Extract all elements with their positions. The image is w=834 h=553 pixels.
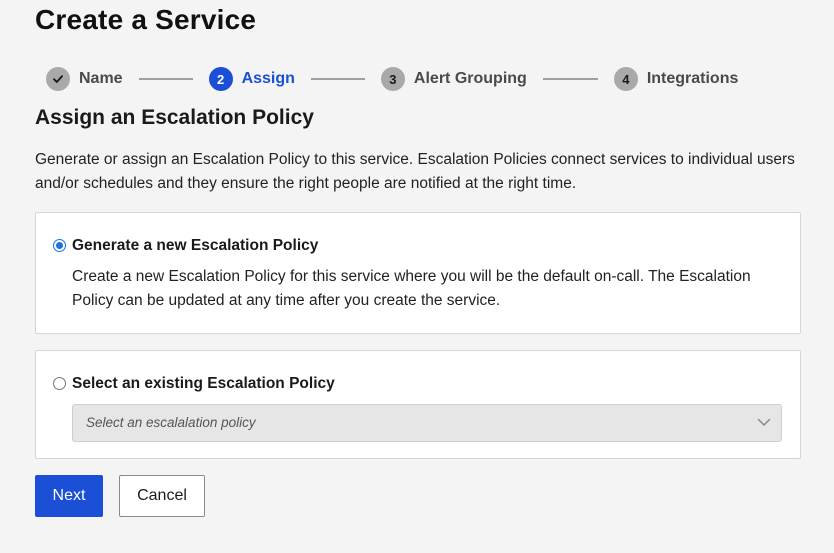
next-button[interactable]: Next	[35, 475, 103, 517]
step-integrations[interactable]: 4 Integrations	[613, 67, 739, 91]
section-title: Assign an Escalation Policy	[35, 106, 314, 129]
step-name-circle	[46, 67, 70, 91]
checkmark-icon	[53, 75, 63, 83]
cancel-button[interactable]: Cancel	[119, 475, 205, 517]
generate-policy-radio[interactable]	[53, 239, 66, 252]
existing-policy-label[interactable]: Select an existing Escalation Policy	[72, 375, 335, 393]
escalation-policy-select-placeholder: Select an escalalation policy	[86, 415, 256, 430]
step-alert-grouping-number: 3	[380, 67, 405, 91]
step-connector	[542, 78, 598, 80]
chevron-down-icon	[757, 418, 771, 426]
section-description: Generate or assign an Escalation Policy …	[35, 151, 795, 192]
step-assign[interactable]: 2 Assign	[208, 67, 295, 91]
step-assign-label: Assign	[241, 70, 295, 87]
step-connector	[138, 78, 193, 80]
generate-policy-description: Create a new Escalation Policy for this …	[72, 268, 751, 309]
generate-policy-card[interactable]: Generate a new Escalation Policy Create …	[35, 212, 801, 334]
create-service-page: Create a Service Name 2 Assign 3 Alert G…	[0, 0, 834, 553]
step-alert-grouping[interactable]: 3 Alert Grouping	[380, 67, 527, 91]
step-name-label: Name	[79, 70, 123, 87]
existing-policy-card[interactable]: Select an existing Escalation Policy Sel…	[35, 350, 801, 459]
stepper: Name 2 Assign 3 Alert Grouping 4 Integra…	[46, 67, 738, 91]
step-alert-grouping-label: Alert Grouping	[413, 70, 527, 87]
escalation-policy-select[interactable]: Select an escalalation policy	[72, 404, 782, 442]
step-integrations-number: 4	[613, 67, 638, 91]
existing-policy-radio[interactable]	[53, 377, 66, 390]
step-name[interactable]: Name	[46, 67, 123, 91]
step-integrations-label: Integrations	[646, 70, 739, 87]
generate-policy-label[interactable]: Generate a new Escalation Policy	[72, 237, 318, 255]
page-title: Create a Service	[35, 4, 257, 35]
step-assign-number: 2	[208, 67, 233, 91]
step-connector	[310, 78, 365, 80]
